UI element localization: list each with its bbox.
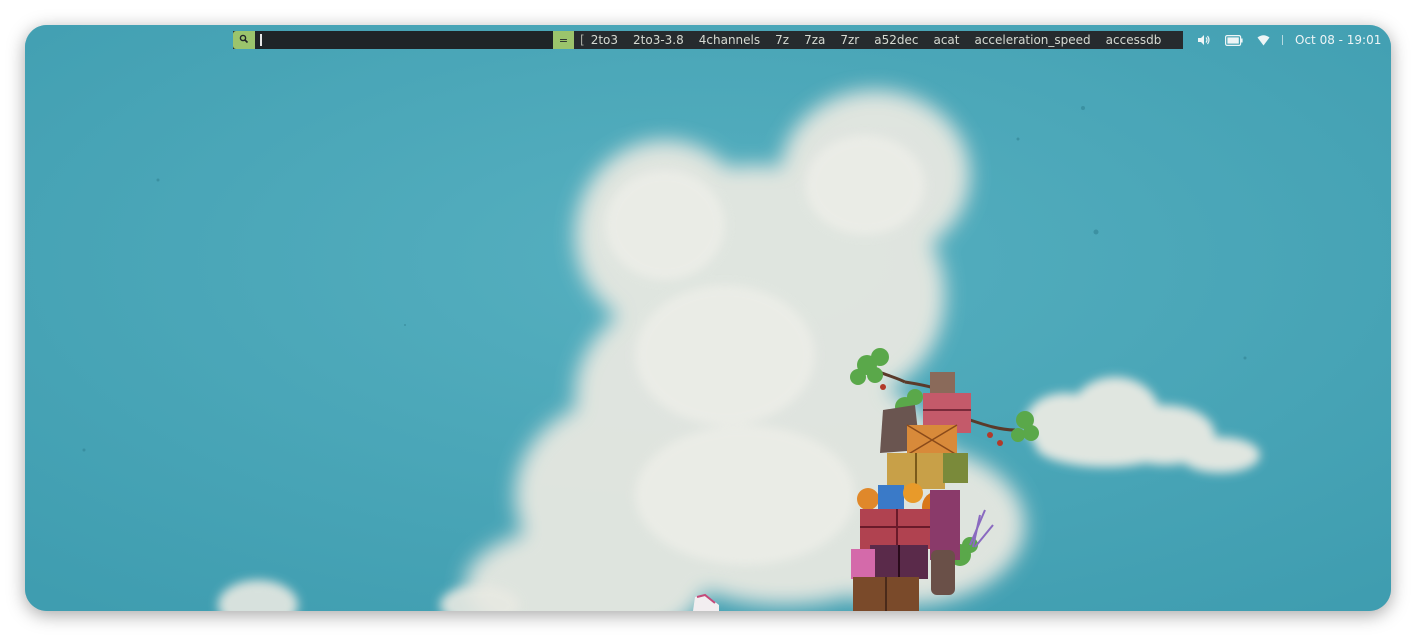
suggestion-item[interactable]: acceleration_speed bbox=[974, 33, 1090, 47]
clock[interactable]: Oct 08 - 19:01 bbox=[1295, 33, 1381, 47]
suggestion-item[interactable]: 2to3 bbox=[591, 33, 618, 47]
suggestion-item[interactable]: 4channels bbox=[699, 33, 760, 47]
suggestion-item[interactable]: 7zr bbox=[840, 33, 859, 47]
launcher-input[interactable] bbox=[255, 31, 553, 49]
list-bracket: [ bbox=[580, 33, 585, 47]
wifi-icon[interactable] bbox=[1257, 34, 1270, 46]
suggestion-item[interactable]: 7z bbox=[775, 33, 789, 47]
text-caret bbox=[260, 34, 262, 46]
suggestion-item[interactable]: 2to3-3.8 bbox=[633, 33, 684, 47]
search-icon bbox=[239, 33, 249, 47]
desktop-screen: = [ 2to3 2to3-3.8 4channels 7z 7za 7zr a… bbox=[25, 25, 1391, 611]
suggestion-item[interactable]: accessdb bbox=[1106, 33, 1162, 47]
tray-separator bbox=[1282, 35, 1283, 45]
equals-button[interactable]: = bbox=[553, 31, 574, 49]
suggestion-item[interactable]: acat bbox=[933, 33, 959, 47]
battery-icon[interactable] bbox=[1225, 34, 1243, 46]
system-tray: Oct 08 - 19:01 bbox=[1197, 31, 1381, 49]
search-button[interactable] bbox=[233, 31, 255, 49]
desktop-wallpaper bbox=[25, 25, 1391, 611]
suggestion-item[interactable]: a52dec bbox=[874, 33, 918, 47]
app-launcher-bar: = [ 2to3 2to3-3.8 4channels 7z 7za 7zr a… bbox=[233, 31, 1183, 49]
volume-icon[interactable] bbox=[1197, 34, 1211, 46]
suggestion-item[interactable]: 7za bbox=[804, 33, 825, 47]
